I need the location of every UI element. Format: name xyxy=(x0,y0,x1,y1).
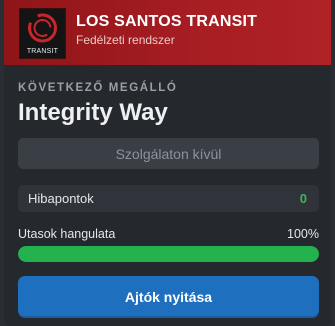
passenger-mood-bar xyxy=(18,246,319,262)
transit-logo-icon: TRANSIT xyxy=(19,8,66,59)
logo-text: TRANSIT xyxy=(26,48,59,55)
panel-header: TRANSIT LOS SANTOS TRANSIT Fedélzeti ren… xyxy=(4,0,331,65)
app-subtitle: Fedélzeti rendszer xyxy=(76,33,175,47)
passenger-mood-label: Utasok hangulata xyxy=(18,227,116,241)
transit-panel: TRANSIT LOS SANTOS TRANSIT Fedélzeti ren… xyxy=(4,0,331,326)
penalty-points-value: 0 xyxy=(299,191,307,206)
penalty-points-row: Hibapontok 0 xyxy=(18,185,319,212)
passenger-mood-value: 100% xyxy=(287,227,319,241)
passenger-mood-fill xyxy=(18,246,319,262)
next-stop-name: Integrity Way xyxy=(18,99,168,126)
next-stop-label: KÖVETKEZŐ MEGÁLLÓ xyxy=(18,82,178,94)
open-doors-button[interactable]: Ajtók nyitása xyxy=(18,276,319,318)
app-title: LOS SANTOS TRANSIT xyxy=(76,13,258,30)
penalty-points-label: Hibapontok xyxy=(28,191,94,206)
duty-status-button[interactable]: Szolgálaton kívül xyxy=(18,138,319,169)
